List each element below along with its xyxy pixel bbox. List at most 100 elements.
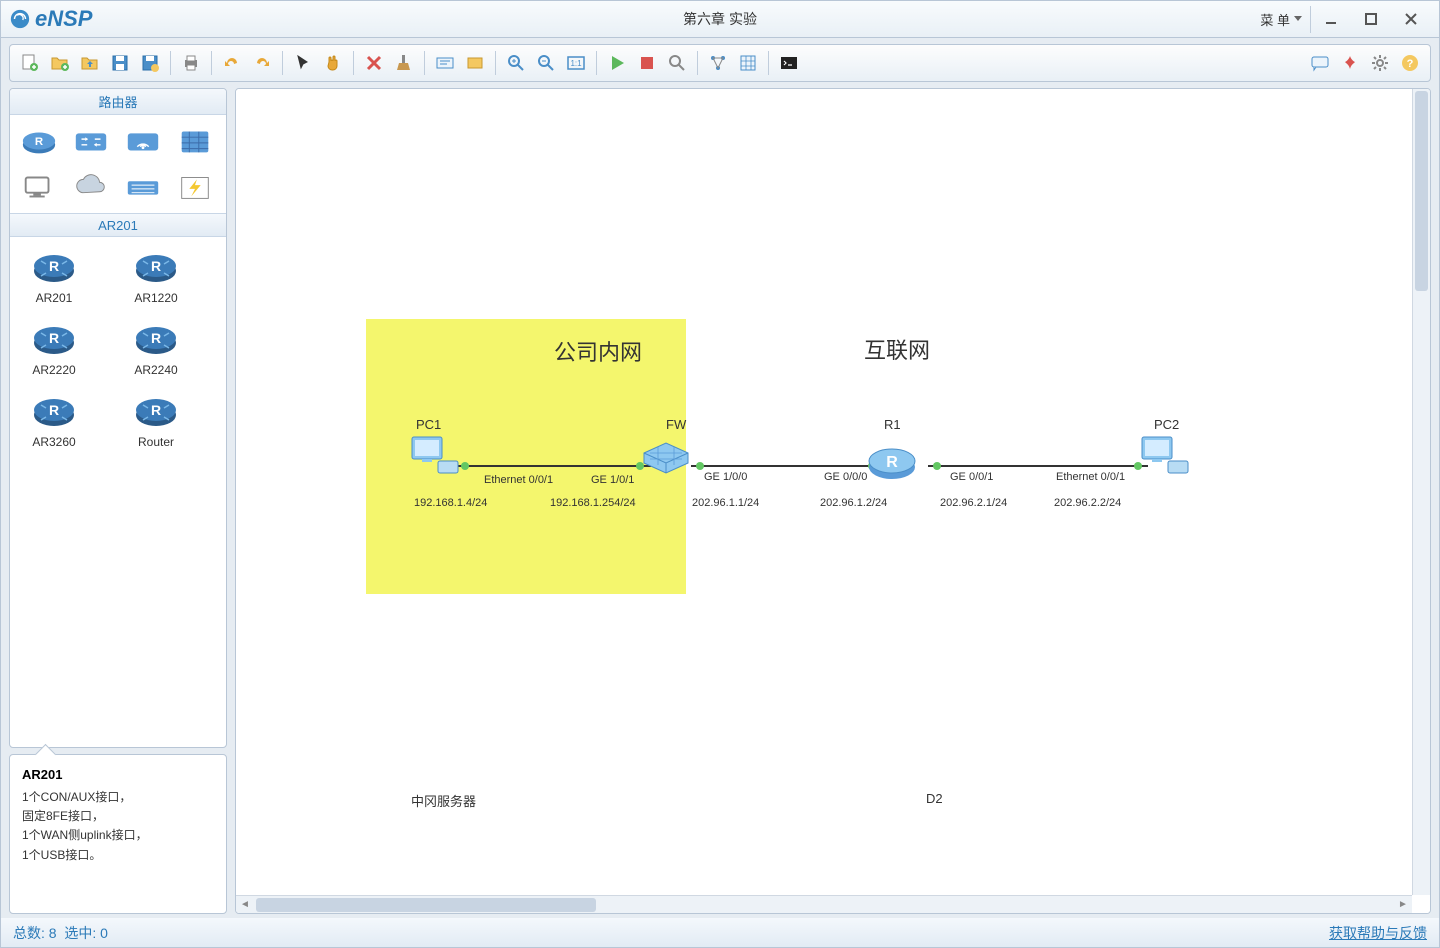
node-label-pc1: PC1 — [416, 417, 441, 432]
stop-button[interactable] — [633, 49, 661, 77]
status-selected-label: 选中: — [64, 923, 96, 943]
topology-canvas[interactable]: 公司内网 互联网 PC1 FW — [236, 89, 1430, 913]
device-item-ar2240[interactable]: R AR2240 — [120, 319, 192, 377]
pc-icon[interactable] — [408, 433, 460, 477]
partial-label-right: D2 — [926, 791, 943, 806]
new-topo-button[interactable] — [16, 49, 44, 77]
pc-category-icon — [20, 171, 58, 203]
svg-text:R: R — [49, 402, 59, 418]
undo-icon — [222, 53, 242, 73]
pan-tool-button[interactable] — [319, 49, 347, 77]
feedback-link[interactable]: 获取帮助与反馈 — [1329, 923, 1427, 943]
main-menu-button[interactable]: 菜 单 — [1252, 6, 1311, 33]
gear-icon — [1370, 53, 1390, 73]
close-button[interactable] — [1391, 5, 1431, 33]
canvas-horizontal-scrollbar[interactable]: ◄ ► — [236, 895, 1412, 913]
category-other[interactable] — [174, 169, 216, 205]
delete-icon — [364, 53, 384, 73]
toolbar: 1:1 ? — [9, 44, 1431, 82]
link-pc1-fw[interactable] — [456, 465, 651, 467]
message-button[interactable] — [1306, 49, 1334, 77]
open-folder-icon — [50, 53, 70, 73]
cli-button[interactable] — [775, 49, 803, 77]
print-button[interactable] — [177, 49, 205, 77]
shape-tool-button[interactable] — [461, 49, 489, 77]
pointer-icon — [293, 53, 313, 73]
category-switch[interactable] — [70, 123, 112, 159]
svg-text:R: R — [151, 258, 161, 274]
help-button[interactable]: ? — [1396, 49, 1424, 77]
device-item-ar3260[interactable]: R AR3260 — [18, 391, 90, 449]
huawei-button[interactable] — [1336, 49, 1364, 77]
undo-button[interactable] — [218, 49, 246, 77]
device-info-panel: AR201 1个CON/AUX接口， 固定8FE接口， 1个WAN侧uplink… — [9, 754, 227, 914]
scrollbar-thumb[interactable] — [256, 898, 596, 912]
device-label: AR1220 — [134, 291, 177, 305]
grid-icon — [738, 53, 758, 73]
minimize-icon — [1324, 12, 1338, 26]
grid-button[interactable] — [734, 49, 762, 77]
link-dot — [461, 462, 469, 470]
device-item-router[interactable]: R Router — [120, 391, 192, 449]
link-dot — [696, 462, 704, 470]
wlan-category-icon — [124, 125, 162, 157]
firewall-category-icon — [176, 125, 214, 157]
broom-icon — [394, 53, 414, 73]
save-button[interactable] — [106, 49, 134, 77]
text-tool-button[interactable] — [431, 49, 459, 77]
node-label-fw: FW — [666, 417, 686, 432]
device-item-ar2220[interactable]: R AR2220 — [18, 319, 90, 377]
capture-button[interactable] — [663, 49, 691, 77]
canvas-vertical-scrollbar[interactable] — [1412, 89, 1430, 895]
zoom-fit-button[interactable]: 1:1 — [562, 49, 590, 77]
link-r1-pc2[interactable] — [928, 465, 1148, 467]
open-topo-button[interactable] — [46, 49, 74, 77]
open-button[interactable] — [76, 49, 104, 77]
pointer-tool-button[interactable] — [289, 49, 317, 77]
save-as-button[interactable] — [136, 49, 164, 77]
app-logo: eNSP — [9, 6, 92, 32]
delete-button[interactable] — [360, 49, 388, 77]
zoom-in-button[interactable] — [502, 49, 530, 77]
category-connection[interactable] — [122, 169, 164, 205]
pc-icon[interactable] — [1138, 433, 1190, 477]
category-title: 路由器 — [10, 89, 226, 115]
ip-label: 202.96.1.1/24 — [692, 497, 759, 509]
start-button[interactable] — [603, 49, 631, 77]
redo-button[interactable] — [248, 49, 276, 77]
toolbar-container: 1:1 ? — [0, 38, 1440, 88]
category-wlan[interactable] — [122, 123, 164, 159]
connection-category-icon — [124, 171, 162, 203]
settings-button[interactable] — [1366, 49, 1394, 77]
device-item-ar201[interactable]: R AR201 — [18, 247, 90, 305]
device-label: AR201 — [36, 291, 73, 305]
folder-icon — [80, 53, 100, 73]
category-cloud[interactable] — [70, 169, 112, 205]
info-description: 1个CON/AUX接口， 固定8FE接口， 1个WAN侧uplink接口， 1个… — [22, 788, 214, 865]
hand-icon — [323, 53, 343, 73]
broom-button[interactable] — [390, 49, 418, 77]
zoom-fit-icon: 1:1 — [566, 53, 586, 73]
document-title: 第六章 实验 — [683, 9, 757, 29]
minimize-button[interactable] — [1311, 5, 1351, 33]
cloud-category-icon — [72, 171, 110, 203]
category-router[interactable]: R — [18, 123, 60, 159]
ip-label: 192.168.1.4/24 — [414, 497, 487, 509]
link-fw-r1[interactable] — [691, 465, 886, 467]
zone-label-internet: 互联网 — [864, 333, 930, 365]
layout-button[interactable] — [704, 49, 732, 77]
canvas-container: 公司内网 互联网 PC1 FW — [235, 88, 1431, 914]
category-pc[interactable] — [18, 169, 60, 205]
save-icon — [110, 53, 130, 73]
maximize-button[interactable] — [1351, 5, 1391, 33]
router-category-icon: R — [20, 125, 58, 157]
svg-text:R: R — [151, 402, 161, 418]
firewall-icon[interactable] — [640, 439, 692, 483]
scroll-right-icon: ► — [1394, 896, 1412, 914]
router-device-icon: R — [133, 319, 179, 357]
device-item-ar1220[interactable]: R AR1220 — [120, 247, 192, 305]
category-firewall[interactable] — [174, 123, 216, 159]
zoom-out-button[interactable] — [532, 49, 560, 77]
router-node-icon[interactable]: R — [866, 439, 918, 483]
layout-icon — [708, 53, 728, 73]
